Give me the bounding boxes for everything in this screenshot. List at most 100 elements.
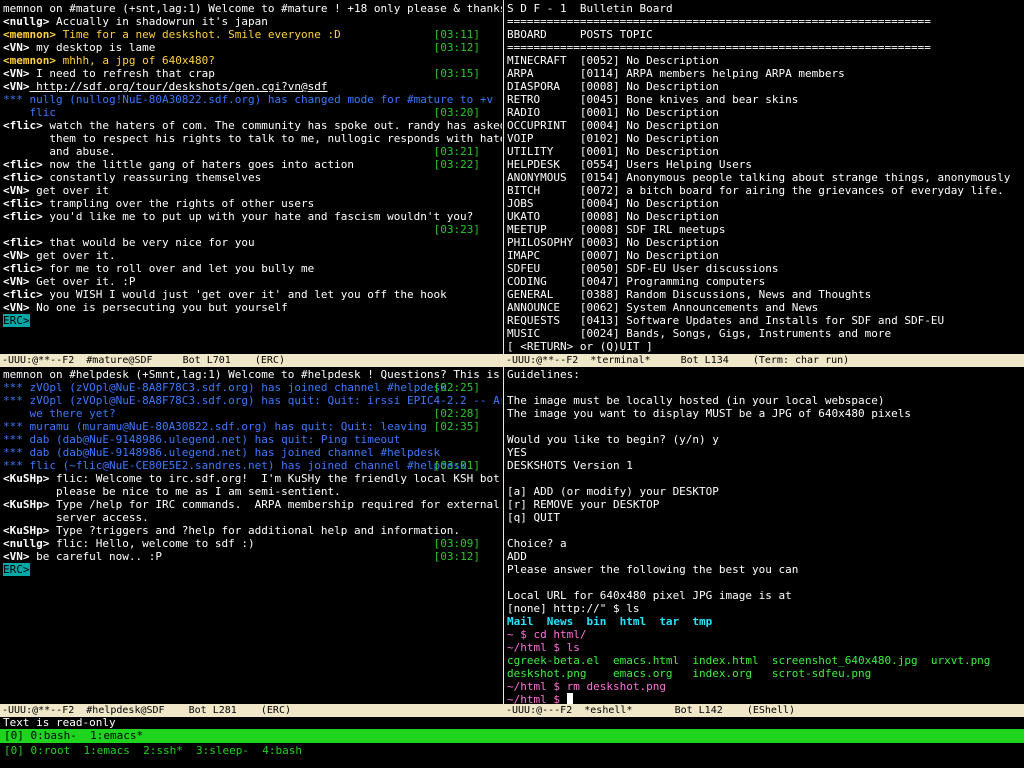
file-entry[interactable]: scrot-sdfeu.png [772,667,931,680]
board-row[interactable]: GENERAL [0388] Random Discussions, News … [507,288,1024,301]
file-entry[interactable]: cgreek-beta.el [507,654,613,667]
nick[interactable]: <flic> [3,236,43,249]
board-row[interactable]: REQUESTS [0413] Software Updates and Ins… [507,314,1024,327]
chat-line: <VN> get over it. [3,249,502,262]
board-row[interactable]: BITCH [0072] a bitch board for airing th… [507,184,1024,197]
board-row[interactable]: ARPA [0114] ARPA members helping ARPA me… [507,67,1024,80]
timestamp: [03:11] [433,28,480,41]
eshell-pane[interactable]: Guidelines: The image must be locally hos… [504,368,1024,704]
nick[interactable]: <flic> [3,262,43,275]
board-row[interactable]: MUSIC [0024] Bands, Songs, Gigs, Instrum… [507,327,1024,340]
board-row[interactable]: RETRO [0045] Bone knives and bear skins [507,93,1024,106]
nick[interactable]: <flic> [3,119,43,132]
link[interactable]: http://sdf.org/tour/deskshots/gen.cgi?vn… [30,80,327,93]
chat-line: them to respect his rights to talk to me… [3,132,502,145]
screen-status-bar[interactable]: [0] 0:root 1:emacs 2:ssh* 3:sleep- 4:bas… [0,744,1024,758]
modeline-terminal[interactable]: -UUU:@**--F2 *terminal* Bot L134 (Term: … [504,354,1024,367]
modeline-eshell[interactable]: -UUU:@---F2 *eshell* Bot L142 (EShell) [504,704,1024,717]
modeline-mature[interactable]: -UUU:@**--F2 #mature@SDF Bot L701 (ERC) [0,354,503,367]
file-entry[interactable]: emacs.org [613,667,692,680]
message-text: Time for a new deskshot. Smile everyone … [55,28,341,41]
irc-mature-pane[interactable]: memnon on #mature (+snt,lag:1) Welcome t… [0,2,502,354]
file-entry[interactable]: index.org [692,667,771,680]
file-entry[interactable]: tmp [692,615,725,628]
board-row[interactable]: IMAPC [0007] No Description [507,249,1024,262]
file-entry[interactable]: urxvt.png [931,654,997,667]
bboard-pane[interactable]: S D F - 1 Bulletin Board ===============… [504,2,1024,354]
board-row[interactable]: ANONYMOUS [0154] Anonymous people talkin… [507,171,1024,184]
file-entry[interactable]: bin [586,615,619,628]
nick[interactable]: <VN> [3,275,30,288]
file-entry[interactable]: tar [659,615,692,628]
ls-output: cgreek-beta.el emacs.html index.html screen… [507,654,1024,667]
chat-line: <VN> be careful now.. :P [03:12] [3,550,502,563]
nick[interactable]: <flic> [3,197,43,210]
board-row[interactable]: MEETUP [0008] SDF IRL meetups [507,223,1024,236]
nick[interactable]: <flic> [3,171,43,184]
board-row[interactable]: UTILITY [0001] No Description [507,145,1024,158]
board-row[interactable]: JOBS [0004] No Description [507,197,1024,210]
irc-helpdesk-pane[interactable]: memnon on #helpdesk (+Smnt,lag:1) Welcom… [0,368,502,704]
nick[interactable]: <flic> [3,158,43,171]
nick[interactable]: <VN> [3,80,30,93]
message-text: *** nullg (nullog!NuE-80A30822.sdf.org) … [3,93,494,106]
board-row[interactable]: RADIO [0001] No Description [507,106,1024,119]
nick[interactable]: <KuSHp> [3,498,49,511]
message-text: get over it [29,184,109,197]
board-row[interactable]: UKATO [0008] No Description [507,210,1024,223]
nick[interactable]: <memnon> [3,28,56,41]
chat-line: *** flic (~flic@NuE-CE80E5E2.sandres.net… [3,459,502,472]
board-row[interactable]: DIASPORA [0008] No Description [507,80,1024,93]
board-row[interactable]: PHILOSOPHY [0003] No Description [507,236,1024,249]
board-row[interactable]: SDFEU [0050] SDF-EU User discussions [507,262,1024,275]
board-row[interactable]: OCCUPRINT [0004] No Description [507,119,1024,132]
message-text: now the little gang of haters goes into … [42,158,355,171]
window-divider[interactable] [503,0,504,717]
nick[interactable]: <flic> [3,210,43,223]
nick[interactable]: <VN> [3,550,30,563]
nick[interactable]: <memnon> [3,54,56,67]
board-row[interactable]: MINECRAFT [0052] No Description [507,54,1024,67]
shell-prompt[interactable]: ~/html $ [507,693,567,704]
nick[interactable]: <VN> [3,301,30,314]
nick[interactable]: <nullg> [3,537,49,550]
board-row[interactable]: HELPDESK [0554] Users Helping Users [507,158,1024,171]
timestamp: [03:20] [433,106,480,119]
file-entry[interactable]: News [547,615,587,628]
file-entry[interactable]: emacs.html [613,654,692,667]
file-entry[interactable]: deskshot.png [507,667,613,680]
rule-line: ========================================… [507,15,931,28]
message-text: for me to roll over and let you bully me [42,262,315,275]
nick[interactable]: <KuSHp> [3,472,49,485]
file-entry[interactable]: html [620,615,660,628]
erc-prompt[interactable]: ERC> [3,563,30,576]
board-row[interactable]: ANNOUNCE [0062] System Announcements and… [507,301,1024,314]
nick[interactable]: <VN> [3,41,30,54]
file-entry[interactable]: index.html [692,654,771,667]
message-text: my desktop is lame [29,41,156,54]
screen-window-bar[interactable]: [0] 0:bash- 1:emacs* [0,729,1024,743]
message-text: Get over it. :P [29,275,136,288]
chat-line: server access. [3,511,502,524]
nick[interactable]: <flic> [3,288,43,301]
message-text: that would be very nice for you [42,236,255,249]
bboard-footer[interactable]: [ <RETURN> or (Q)UIT ] [507,340,1024,353]
chat-line: <flic> you'd like me to put up with your… [3,210,502,223]
shell-line: Choice? a [507,537,567,550]
file-entry[interactable]: screenshot_640x480.jpg [772,654,931,667]
nick[interactable]: <nullg> [3,15,49,28]
board-row[interactable]: CODING [0047] Programming computers [507,275,1024,288]
file-entry[interactable]: Mail [507,615,547,628]
nick[interactable]: <KuSHp> [3,524,49,537]
message-text: you WISH I would just 'get over it' and … [42,288,447,301]
erc-prompt[interactable]: ERC> [3,314,30,327]
echo-area: Text is read-only [3,716,116,729]
message-text: *** zVOpl (zVOpl@NuE-8A8F78C3.sdf.org) h… [3,381,447,394]
nick[interactable]: <VN> [3,184,30,197]
board-row[interactable]: VOIP [0102] No Description [507,132,1024,145]
nick[interactable]: <VN> [3,67,30,80]
nick[interactable]: <VN> [3,249,30,262]
